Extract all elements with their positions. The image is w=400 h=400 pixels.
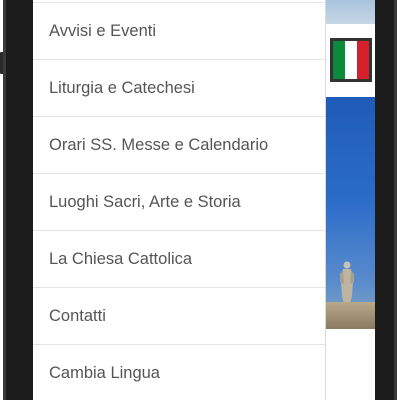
menu-list: Avvisi e Eventi Liturgia e Catechesi Ora…: [33, 3, 325, 400]
background-page: [326, 0, 375, 400]
menu-item-label: Contatti: [49, 306, 106, 325]
language-bar: [326, 24, 375, 97]
building-cornice: [326, 302, 375, 329]
menu-item-avvisi-eventi[interactable]: Avvisi e Eventi: [33, 3, 325, 60]
phone-bezel-left-edge: [3, 0, 6, 400]
navigation-drawer: Avvisi e Eventi Liturgia e Catechesi Ora…: [33, 0, 326, 400]
menu-item-label: Liturgia e Catechesi: [49, 78, 195, 97]
page-body: [326, 329, 375, 400]
menu-item-orari-messe-calendario[interactable]: Orari SS. Messe e Calendario: [33, 117, 325, 174]
church-photo: [326, 97, 375, 329]
menu-item-luoghi-sacri[interactable]: Luoghi Sacri, Arte e Storia: [33, 174, 325, 231]
header-image-strip: [326, 0, 375, 24]
menu-item-label: Cambia Lingua: [49, 363, 160, 382]
flag-stripe-white: [345, 41, 357, 79]
menu-item-label: Avvisi e Eventi: [49, 21, 156, 40]
phone-bezel-right-edge: [394, 0, 397, 400]
menu-item-label: La Chiesa Cattolica: [49, 249, 193, 268]
menu-item-label: Luoghi Sacri, Arte e Storia: [49, 192, 241, 211]
flag-stripe-red: [357, 41, 369, 79]
italy-flag-icon[interactable]: [330, 38, 372, 82]
menu-item-cambia-lingua[interactable]: Cambia Lingua: [33, 345, 325, 400]
phone-screen: Avvisi e Eventi Liturgia e Catechesi Ora…: [33, 0, 375, 400]
menu-item-chiesa-cattolica[interactable]: La Chiesa Cattolica: [33, 231, 325, 288]
menu-item-contatti[interactable]: Contatti: [33, 288, 325, 345]
phone-bezel-left: [3, 0, 33, 400]
menu-item-label: Orari SS. Messe e Calendario: [49, 135, 269, 154]
flag-stripe-green: [333, 41, 345, 79]
menu-item-liturgia-catechesi[interactable]: Liturgia e Catechesi: [33, 60, 325, 117]
device-frame: Avvisi e Eventi Liturgia e Catechesi Ora…: [0, 0, 400, 400]
